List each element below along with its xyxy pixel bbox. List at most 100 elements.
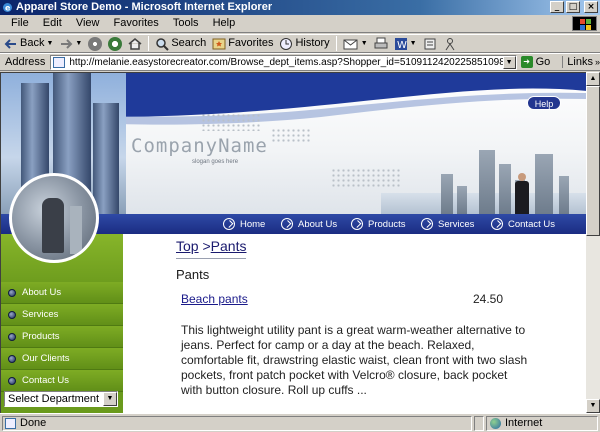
stop-icon[interactable] <box>88 36 103 51</box>
vertical-scrollbar[interactable]: ▲ ▼ <box>586 72 600 413</box>
sidebar-item-about-us[interactable]: About Us <box>1 282 123 304</box>
breadcrumb: Top >Pants <box>176 238 246 254</box>
nav-services-label: Services <box>438 218 475 230</box>
scroll-up-icon[interactable]: ▲ <box>586 72 600 86</box>
bullet-icon <box>8 288 16 297</box>
go-arrow-icon: ➜ <box>520 56 533 68</box>
sidebar-item-services[interactable]: Services <box>1 304 123 326</box>
chevron-down-icon[interactable]: ▼ <box>502 55 516 69</box>
nav-services[interactable]: Services <box>421 214 474 234</box>
toolbar: Back ▼ ▼ Search Favorites History ▼ W ▼ <box>0 34 600 53</box>
chevron-down-icon[interactable]: ▼ <box>361 35 368 52</box>
links-button[interactable]: Links » <box>562 56 600 68</box>
refresh-icon[interactable] <box>108 36 123 51</box>
bullet-icon <box>8 332 16 341</box>
businessman-figure <box>513 173 531 214</box>
section-title: Pants <box>176 267 210 282</box>
toolbar-separator <box>335 36 337 51</box>
home-icon[interactable] <box>128 37 142 51</box>
chevron-down-icon[interactable]: ▼ <box>410 35 417 52</box>
products-icon <box>351 218 363 230</box>
company-slogan: slogan goes here <box>192 159 239 165</box>
bullet-icon <box>8 354 16 363</box>
close-button[interactable]: × <box>584 1 598 13</box>
sidebar-item-products[interactable]: Products <box>1 326 123 348</box>
status-text-cell: Done <box>2 416 472 431</box>
search-label: Search <box>171 37 207 49</box>
mail-button[interactable]: ▼ <box>343 35 368 52</box>
dot-pattern <box>331 168 401 188</box>
company-name: CompanyName <box>131 135 268 157</box>
back-arrow-icon <box>4 38 16 49</box>
discuss-icon[interactable] <box>423 37 437 51</box>
search-button[interactable]: Search <box>155 35 206 52</box>
svg-text:W: W <box>397 40 407 51</box>
menu-help[interactable]: Help <box>208 15 241 31</box>
messenger-icon[interactable] <box>443 37 457 51</box>
windows-logo-icon <box>572 16 597 31</box>
back-button[interactable]: Back ▼ <box>4 35 53 52</box>
scroll-thumb[interactable] <box>586 86 600 236</box>
word-icon: W <box>394 37 407 51</box>
dot-pattern <box>201 113 261 131</box>
product-price: 24.50 <box>473 292 504 306</box>
status-bar: Done Internet <box>0 413 600 432</box>
traveler-photo <box>9 173 99 263</box>
nav-products-label: Products <box>368 218 406 230</box>
globe-icon <box>490 418 501 429</box>
nav-about-us[interactable]: About Us <box>281 214 337 234</box>
maximize-button[interactable]: □ <box>566 1 580 13</box>
menu-view[interactable]: View <box>71 15 105 31</box>
chevron-down-icon[interactable]: ▼ <box>103 392 117 406</box>
chevron-down-icon[interactable]: ▼ <box>46 35 53 52</box>
chevron-right-icon: » <box>594 57 600 67</box>
print-icon[interactable] <box>374 37 388 51</box>
security-zone: Internet <box>486 416 598 431</box>
menu-file[interactable]: File <box>6 15 34 31</box>
department-select-value: Select Department <box>8 393 100 405</box>
title-bar[interactable]: e Apparel Store Demo - Microsoft Interne… <box>0 0 600 15</box>
minimize-button[interactable]: _ <box>550 1 564 13</box>
sidebar-item-label: Services <box>22 309 59 320</box>
window-title: Apparel Store Demo - Microsoft Internet … <box>16 1 273 13</box>
edit-button[interactable]: W ▼ <box>394 35 417 52</box>
bullet-icon <box>8 310 16 319</box>
scroll-down-icon[interactable]: ▼ <box>586 399 600 413</box>
nav-contact-label: Contact Us <box>508 218 555 230</box>
sidebar-item-label: Products <box>22 331 60 342</box>
menu-bar: File Edit View Favorites Tools Help <box>0 15 600 33</box>
favorites-icon <box>212 38 226 49</box>
zone-label: Internet <box>505 417 543 429</box>
menu-tools[interactable]: Tools <box>168 15 204 31</box>
links-label: Links <box>567 56 593 68</box>
forward-arrow-icon <box>61 38 73 49</box>
history-button[interactable]: History <box>279 35 330 52</box>
dot-pattern <box>271 128 311 143</box>
department-select[interactable]: Select Department ▼ <box>4 391 118 407</box>
sidebar-item-contact-us[interactable]: Contact Us <box>1 370 123 392</box>
mail-icon <box>343 39 358 49</box>
status-cell <box>474 416 484 431</box>
go-button[interactable]: ➜ Go <box>520 56 550 68</box>
nav-home[interactable]: Home <box>223 214 265 234</box>
menu-edit[interactable]: Edit <box>38 15 67 31</box>
contact-icon <box>491 218 503 230</box>
favorites-button[interactable]: Favorites <box>212 35 273 52</box>
product-name-link[interactable]: Beach pants <box>181 292 248 306</box>
forward-button[interactable]: ▼ <box>59 35 82 52</box>
breadcrumb-current-link[interactable]: Pants <box>211 238 247 254</box>
breadcrumb-top-link[interactable]: Top <box>176 238 199 254</box>
help-button[interactable]: Help <box>527 96 561 110</box>
services-icon <box>421 218 433 230</box>
address-input[interactable]: http://melanie.easystorecreator.com/Brow… <box>50 54 517 70</box>
chevron-down-icon[interactable]: ▼ <box>75 35 82 52</box>
menu-favorites[interactable]: Favorites <box>109 15 164 31</box>
breadcrumb-divider <box>176 258 246 259</box>
toolbar-separator <box>148 36 150 51</box>
back-label: Back <box>20 37 45 49</box>
sidebar-item-our-clients[interactable]: Our Clients <box>1 348 123 370</box>
nav-contact-us[interactable]: Contact Us <box>491 214 555 234</box>
search-icon <box>156 37 170 51</box>
nav-products[interactable]: Products <box>351 214 406 234</box>
ie-icon: e <box>3 3 12 13</box>
